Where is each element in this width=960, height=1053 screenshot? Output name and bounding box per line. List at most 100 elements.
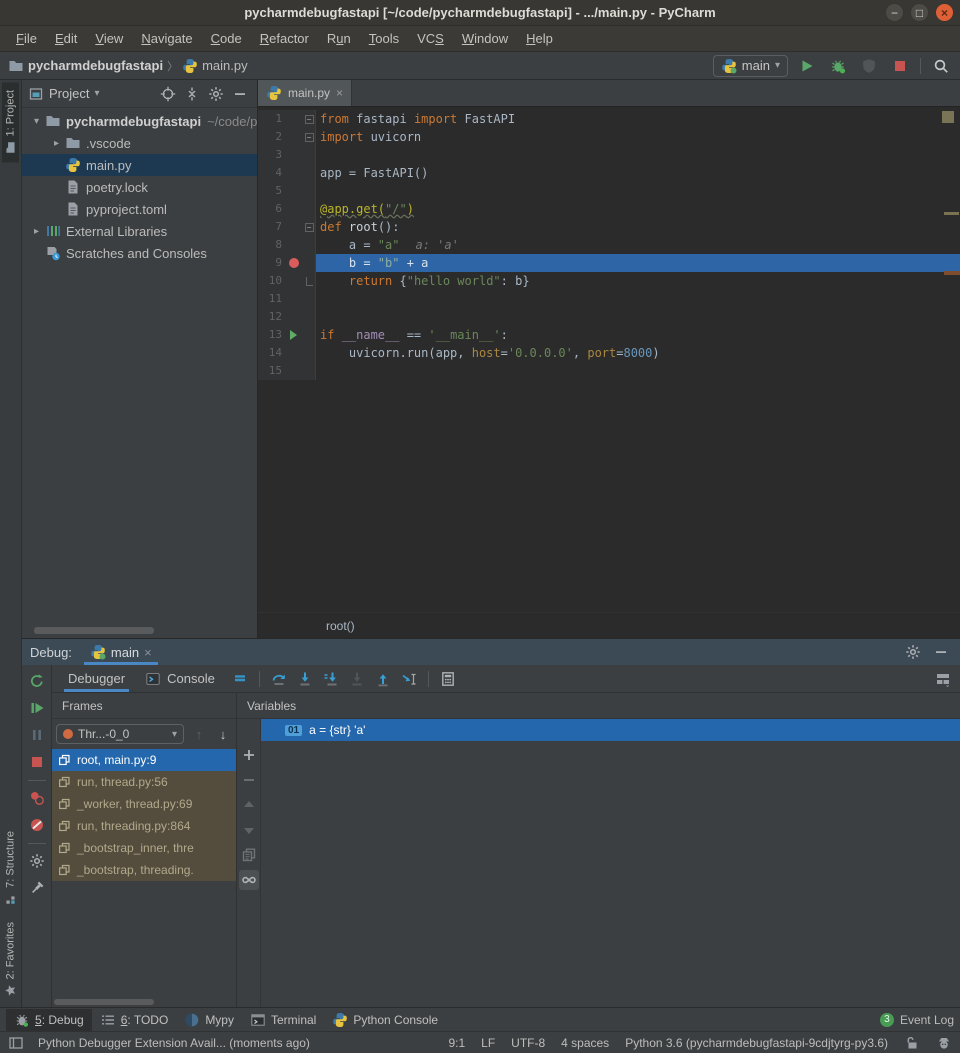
gutter-icon-slot[interactable] [284, 290, 303, 308]
close-icon[interactable]: × [144, 645, 152, 660]
stack-frame[interactable]: root, main.py:9 [52, 749, 236, 771]
sidebar-tab-favorites[interactable]: 2: Favorites [2, 914, 19, 1005]
run-with-coverage-button[interactable] [858, 55, 880, 77]
menu-code[interactable]: Code [203, 28, 250, 49]
debug-window-settings-button[interactable] [902, 641, 924, 663]
breakpoint-icon[interactable] [289, 258, 299, 268]
chevron-down-icon[interactable]: ▾ [28, 116, 45, 127]
stop-button[interactable] [889, 55, 911, 77]
gutter-icon-slot[interactable] [284, 308, 303, 326]
step-over-button[interactable] [268, 668, 290, 690]
gutter-icon-slot[interactable] [284, 326, 303, 344]
inspection-indicator[interactable] [942, 111, 954, 123]
breadcrumb-project[interactable]: pycharmdebugfastapi [28, 58, 163, 73]
restore-layout-button[interactable] [932, 668, 954, 690]
run-to-cursor-button[interactable] [398, 668, 420, 690]
search-everywhere-button[interactable] [930, 55, 952, 77]
gutter-icon-slot[interactable] [284, 218, 303, 236]
thread-selector[interactable]: Thr...-0_0 ▾ [56, 724, 184, 744]
layout-options-button[interactable] [229, 668, 251, 690]
menu-navigate[interactable]: Navigate [133, 28, 200, 49]
gutter-icon-slot[interactable] [284, 362, 303, 380]
menu-edit[interactable]: Edit [47, 28, 85, 49]
project-view-select[interactable]: Project [49, 86, 89, 101]
fold-marker-icon[interactable]: − [305, 115, 314, 124]
tree-item-pyproject-toml[interactable]: pyproject.toml [22, 198, 257, 220]
hector-inspections-icon[interactable] [936, 1035, 952, 1051]
run-line-icon[interactable] [290, 330, 297, 340]
tab-debugger[interactable]: Debugger [58, 665, 135, 692]
gutter-icon-slot[interactable] [284, 236, 303, 254]
chevron-right-icon[interactable]: ▸ [48, 138, 65, 149]
tree-item-poetry-lock[interactable]: poetry.lock [22, 176, 257, 198]
gutter-icon-slot[interactable] [284, 164, 303, 182]
tree-item-main-py[interactable]: main.py [22, 154, 257, 176]
stack-frame[interactable]: _worker, thread.py:69 [52, 793, 236, 815]
breadcrumb-file[interactable]: main.py [202, 58, 248, 73]
step-out-button[interactable] [372, 668, 394, 690]
gutter-icon-slot[interactable] [284, 200, 303, 218]
editor-tab-main-py[interactable]: main.py × [258, 80, 352, 106]
stack-frame[interactable]: run, threading.py:864 [52, 815, 236, 837]
gutter-icon-slot[interactable] [284, 254, 303, 272]
step-into-button[interactable] [294, 668, 316, 690]
fold-end-icon[interactable] [306, 277, 313, 286]
window-close-button[interactable]: × [935, 3, 954, 22]
debugger-settings-button[interactable] [24, 848, 50, 874]
hide-debug-window-button[interactable] [930, 641, 952, 663]
debug-session-tab-main[interactable]: main × [84, 640, 158, 665]
gutter-icon-slot[interactable] [284, 146, 303, 164]
force-step-into-button[interactable] [320, 668, 342, 690]
window-maximize-button[interactable]: □ [910, 3, 929, 22]
fold-marker-icon[interactable]: − [305, 223, 314, 232]
new-watch-button[interactable] [239, 745, 259, 765]
status-item-2[interactable]: UTF-8 [511, 1036, 545, 1050]
remove-watch-button[interactable] [239, 770, 259, 790]
code-editor[interactable]: 1−from fastapi import FastAPI2−import uv… [258, 107, 960, 612]
toolwindow-tab-mypy[interactable]: Mypy [176, 1009, 242, 1031]
status-message[interactable]: Python Debugger Extension Avail... (mome… [38, 1036, 310, 1050]
menu-file[interactable]: File [8, 28, 45, 49]
breakpoint-stripe-mark[interactable] [944, 271, 960, 275]
next-frame-button[interactable]: ↓ [214, 727, 232, 742]
scroll-to-source-button[interactable] [157, 83, 179, 105]
toolwindow-tab-terminal[interactable]: Terminal [242, 1009, 324, 1031]
gutter-icon-slot[interactable] [284, 182, 303, 200]
close-icon[interactable]: × [336, 86, 343, 100]
menu-help[interactable]: Help [518, 28, 561, 49]
tree-item-pycharmdebugfastapi[interactable]: ▾pycharmdebugfastapi~/code/pycharmdebugf… [22, 110, 257, 132]
debug-button[interactable] [827, 55, 849, 77]
chevron-down-icon[interactable]: ▾ [94, 88, 99, 99]
editor-breadcrumb-scope[interactable]: root() [258, 612, 960, 638]
project-horizontal-scrollbar[interactable] [34, 627, 154, 634]
tree-item--vscode[interactable]: ▸.vscode [22, 132, 257, 154]
run-button[interactable] [796, 55, 818, 77]
view-breakpoints-button[interactable] [24, 785, 50, 811]
toolwindow-tab-python-console[interactable]: Python Console [324, 1009, 446, 1031]
stack-frame[interactable]: run, thread.py:56 [52, 771, 236, 793]
menu-window[interactable]: Window [454, 28, 516, 49]
menu-tools[interactable]: Tools [361, 28, 407, 49]
project-settings-button[interactable] [205, 83, 227, 105]
duplicate-watch-button[interactable] [239, 845, 259, 865]
gutter-icon-slot[interactable] [284, 344, 303, 362]
warning-stripe-mark[interactable] [944, 212, 959, 215]
watch-return-values-button[interactable] [239, 870, 259, 890]
unlocked-icon[interactable] [904, 1035, 920, 1051]
collapse-all-button[interactable] [181, 83, 203, 105]
status-item-3[interactable]: 4 spaces [561, 1036, 609, 1050]
move-watch-down-button[interactable] [239, 820, 259, 840]
sidebar-tab-project[interactable]: 1: Project [2, 82, 19, 162]
tab-console[interactable]: Console [135, 665, 225, 692]
stop-program-button[interactable] [24, 749, 50, 775]
event-log-button[interactable]: 3Event Log [880, 1013, 954, 1027]
run-configuration-select[interactable]: main ▾ [713, 55, 788, 77]
resume-program-button[interactable] [24, 695, 50, 721]
pin-tab-button[interactable] [24, 875, 50, 901]
mute-breakpoints-button[interactable] [24, 812, 50, 838]
hide-panel-button[interactable] [229, 83, 251, 105]
sidebar-tab-structure[interactable]: 7: Structure [2, 823, 19, 914]
step-out-of-code-block-button[interactable] [346, 668, 368, 690]
rerun-program-button[interactable] [24, 668, 50, 694]
pause-program-button[interactable] [24, 722, 50, 748]
